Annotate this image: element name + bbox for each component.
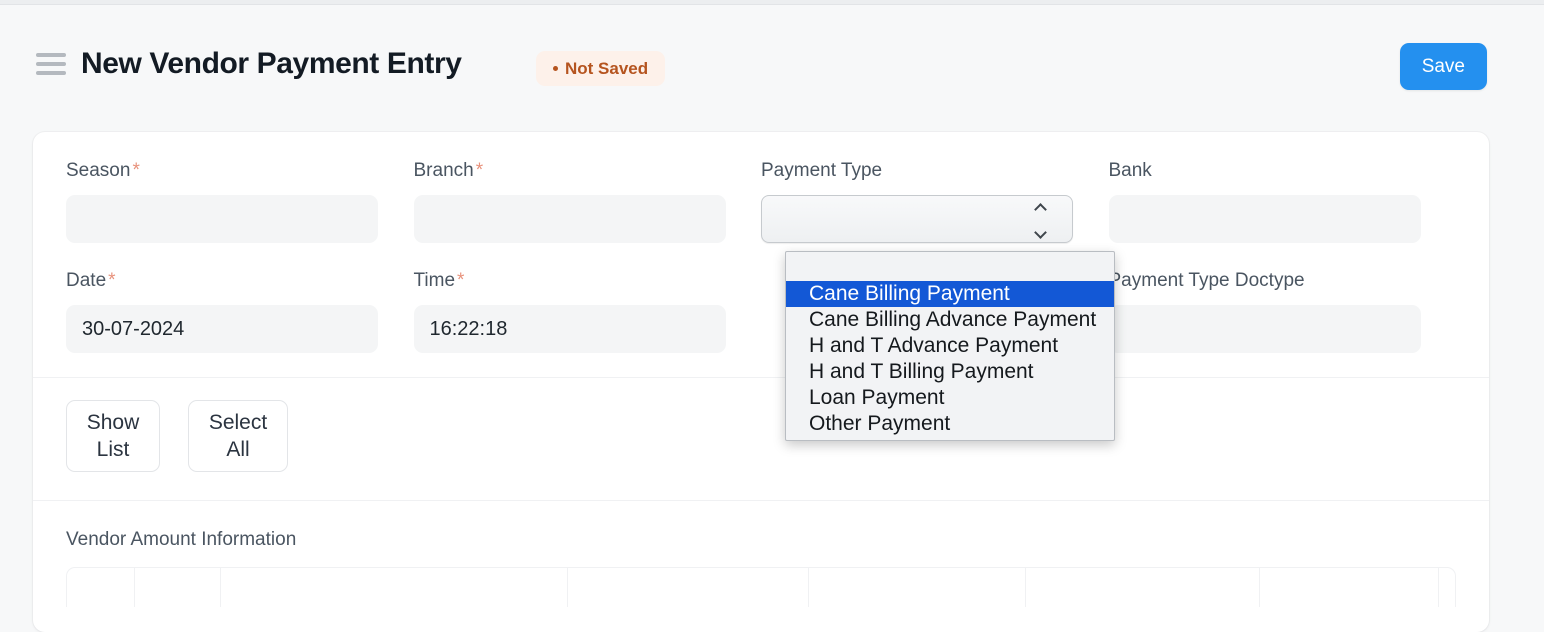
field-date: Date * <box>66 270 414 353</box>
grid-column-header <box>1260 568 1439 607</box>
field-branch: Branch * <box>413 160 762 243</box>
required-marker: * <box>457 270 465 291</box>
status-badge: Not Saved <box>536 51 666 86</box>
label-text: Payment Type Doctype <box>1108 270 1305 291</box>
payment-type-option[interactable]: Loan Payment <box>786 385 1114 411</box>
field-time: Time * <box>413 270 762 353</box>
field-label-payment-type-doctype: Payment Type Doctype <box>1109 270 1457 292</box>
select-all-label-line2: All <box>226 438 250 461</box>
required-marker: * <box>132 160 140 181</box>
payment-type-doctype-input[interactable] <box>1108 305 1421 353</box>
label-text: Season <box>66 160 131 181</box>
payment-type-dropdown-list[interactable]: Cane Billing Payment Cane Billing Advance… <box>785 251 1115 441</box>
field-label-season: Season * <box>66 160 414 182</box>
payment-type-option[interactable]: Other Payment <box>786 411 1114 437</box>
date-input[interactable] <box>66 305 378 353</box>
payment-type-option[interactable]: H and T Billing Payment <box>786 359 1114 385</box>
field-payment-type: Payment Type <box>761 160 1109 243</box>
field-payment-type-doctype: Payment Type Doctype <box>1108 270 1457 353</box>
show-list-label-line1: Show <box>86 411 140 434</box>
hamburger-line-1 <box>36 53 66 57</box>
show-list-label-line2: List <box>96 438 130 461</box>
label-text: Branch <box>413 160 474 181</box>
field-label-branch: Branch * <box>414 160 762 182</box>
form-section: Season * Branch * Payment Type Bank Date… <box>33 132 1489 377</box>
branch-input[interactable] <box>413 195 726 243</box>
label-text: Payment Type <box>761 160 883 181</box>
label-text: Bank <box>1108 160 1152 181</box>
hamburger-line-2 <box>36 62 66 66</box>
form-row-2: Date* Time* Payment Type Doctype <box>66 270 1456 353</box>
field-label-payment-type: Payment Type <box>761 160 1109 182</box>
form-row-1: Season * Branch * Payment Type Bank <box>66 160 1456 243</box>
grid-column-header <box>67 568 135 607</box>
grid-column-header <box>1439 568 1455 607</box>
payment-type-option[interactable] <box>786 253 1114 281</box>
select-all-button[interactable]: Select All <box>188 400 288 472</box>
field-season: Season * <box>66 160 414 243</box>
field-bank: Bank <box>1108 160 1457 243</box>
vendor-amount-grid-header <box>66 567 1456 607</box>
label-text: Date <box>66 270 107 291</box>
payment-type-option[interactable]: Cane Billing Payment <box>786 281 1114 307</box>
vendor-amount-section: Vendor Amount Information <box>33 501 1489 607</box>
required-marker: * <box>108 270 116 291</box>
required-marker: * <box>475 160 484 181</box>
time-input[interactable] <box>413 305 726 353</box>
field-label-time: Time * <box>414 270 762 292</box>
season-input[interactable] <box>66 195 378 243</box>
save-button[interactable]: Save <box>1399 43 1487 90</box>
hamburger-icon[interactable] <box>36 53 66 75</box>
payment-type-option[interactable]: Cane Billing Advance Payment <box>786 307 1114 333</box>
grid-column-header <box>809 568 1026 607</box>
section-title-vendor-amount: Vendor Amount Information <box>66 529 297 550</box>
grid-column-header <box>135 568 221 607</box>
action-buttons-row: Show List Select All <box>33 378 1489 500</box>
payment-type-select-wrap <box>761 195 1073 243</box>
status-dot-icon <box>553 66 558 71</box>
form-card: Season * Branch * Payment Type Bank Date… <box>33 132 1489 632</box>
grid-column-header <box>568 568 809 607</box>
field-label-bank: Bank <box>1109 160 1457 182</box>
row-spacer <box>66 243 1456 270</box>
grid-column-header <box>1026 568 1260 607</box>
page-title: New Vendor Payment Entry <box>81 47 462 80</box>
bank-input[interactable] <box>1108 195 1421 243</box>
field-label-date: Date * <box>66 270 414 292</box>
payment-type-select[interactable] <box>761 195 1073 243</box>
select-all-label-line1: Select <box>208 411 268 434</box>
page-header: New Vendor Payment Entry Not Saved Save <box>0 5 1544 117</box>
payment-type-option[interactable]: H and T Advance Payment <box>786 333 1114 359</box>
grid-column-header <box>221 568 568 607</box>
status-badge-label: Not Saved <box>565 58 649 78</box>
hamburger-line-3 <box>36 71 66 75</box>
show-list-button[interactable]: Show List <box>66 400 160 472</box>
label-text: Time <box>413 270 456 291</box>
